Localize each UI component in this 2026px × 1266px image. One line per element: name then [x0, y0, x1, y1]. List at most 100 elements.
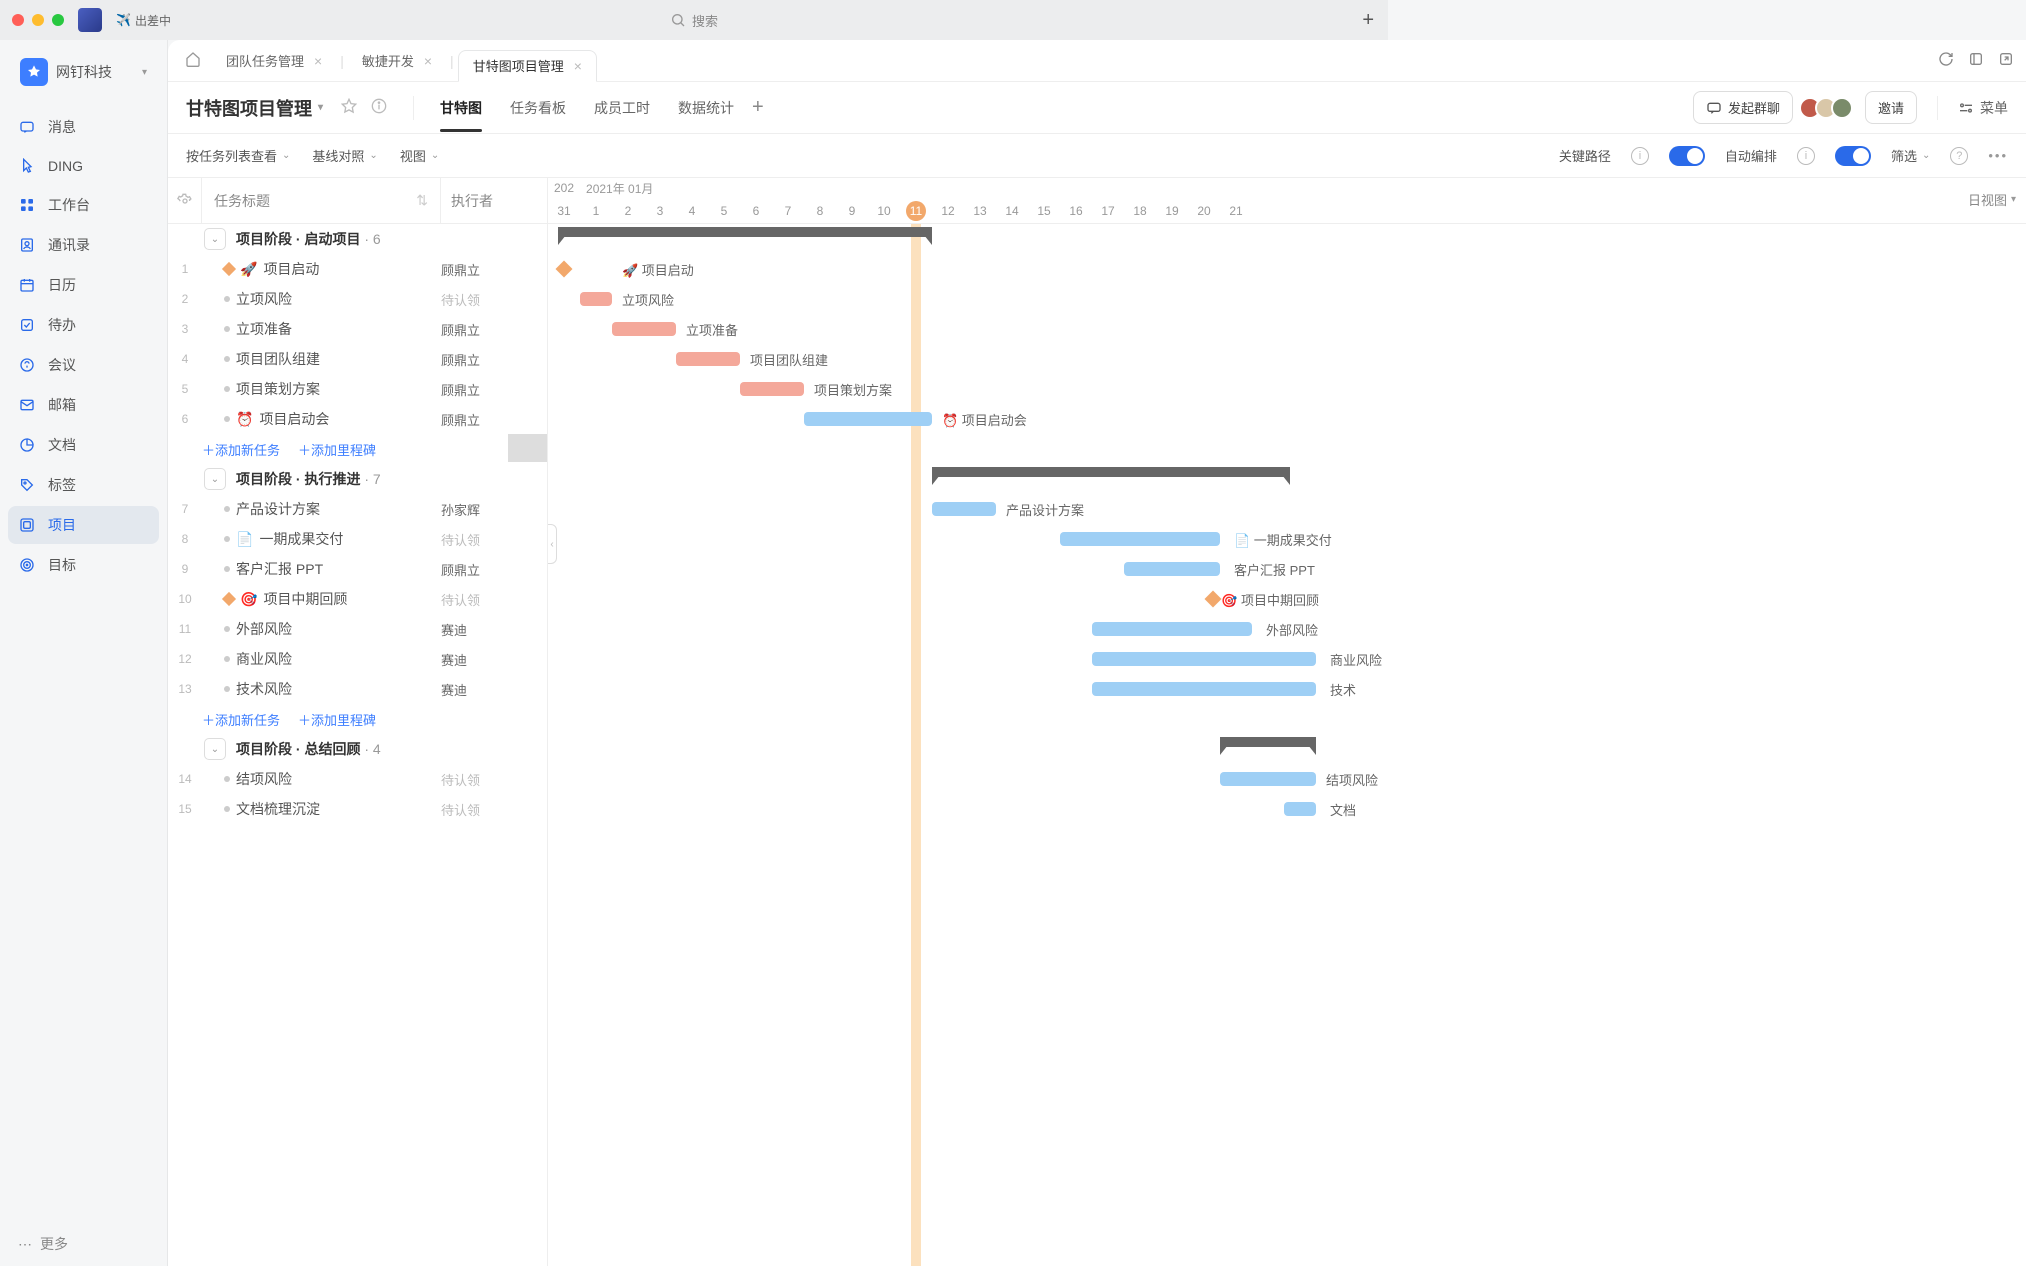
timeline-day[interactable]: 12: [932, 198, 964, 223]
minimize-window[interactable]: [32, 14, 44, 26]
task-title-cell[interactable]: ⏰项目启动会: [202, 409, 441, 429]
sidebar-item-work[interactable]: 工作台: [8, 186, 159, 224]
task-bar[interactable]: [1060, 532, 1220, 546]
column-executor[interactable]: 执行者: [441, 178, 547, 223]
task-title-cell[interactable]: 立项风险: [202, 289, 441, 309]
phase-collapse-toggle[interactable]: ⌄: [204, 228, 226, 250]
timeline-pane[interactable]: 202 2021年 01月 31123456789101112131415161…: [548, 178, 2026, 1266]
timeline-day[interactable]: 19: [1156, 198, 1188, 223]
phase-name[interactable]: 项目阶段 · 总结回顾 · 4: [232, 739, 381, 759]
help-icon[interactable]: i: [1631, 147, 1649, 165]
timeline-day[interactable]: 17: [1092, 198, 1124, 223]
timeline-day[interactable]: 5: [708, 198, 740, 223]
task-row[interactable]: 2立项风险待认领: [168, 284, 547, 314]
page-tab[interactable]: 甘特图项目管理×: [458, 50, 597, 82]
timescale-select[interactable]: 日视图▾: [1968, 190, 2016, 209]
task-row[interactable]: 4项目团队组建顾鼎立: [168, 344, 547, 374]
task-row[interactable]: 9客户汇报 PPT顾鼎立: [168, 554, 547, 584]
executor-cell[interactable]: 赛迪: [441, 650, 547, 669]
gantt-chart[interactable]: ‹ 🚀 项目启动立项风险立项准备项目团队组建项目策划方案⏰ 项目启动会产品设计方…: [548, 224, 2026, 1266]
task-row[interactable]: 5项目策划方案顾鼎立: [168, 374, 547, 404]
task-bar[interactable]: [676, 352, 740, 366]
info-icon[interactable]: [371, 98, 387, 117]
phase-name[interactable]: 项目阶段 · 执行推进 · 7: [232, 469, 381, 489]
close-icon[interactable]: ×: [574, 58, 582, 74]
sidebar-item-message[interactable]: 消息: [8, 108, 159, 146]
timeline-day[interactable]: 1: [580, 198, 612, 223]
sidebar-item-ding[interactable]: DING: [8, 148, 159, 184]
column-task-title[interactable]: 任务标题 ⇅: [202, 178, 441, 223]
task-title-cell[interactable]: 外部风险: [202, 619, 441, 639]
view-tab[interactable]: 数据统计: [678, 84, 734, 132]
refresh-icon[interactable]: [1938, 51, 1954, 70]
task-bar[interactable]: [804, 412, 932, 426]
pin-icon[interactable]: [1968, 51, 1984, 70]
user-avatar[interactable]: [78, 8, 102, 32]
phase-bar[interactable]: [932, 467, 1290, 477]
sidebar-item-docs[interactable]: 文档: [8, 426, 159, 464]
baseline-compare[interactable]: 基线对照⌄: [312, 146, 377, 165]
task-title-cell[interactable]: 项目策划方案: [202, 379, 441, 399]
phase-collapse-toggle[interactable]: ⌄: [204, 468, 226, 490]
task-title-cell[interactable]: 商业风险: [202, 649, 441, 669]
project-title[interactable]: 甘特图项目管理 ▾: [186, 95, 323, 121]
view-tab[interactable]: 成员工时: [594, 84, 650, 132]
executor-cell[interactable]: 待认领: [441, 290, 547, 309]
executor-cell[interactable]: 赛迪: [441, 680, 547, 699]
popout-icon[interactable]: [1998, 51, 2014, 70]
page-tab[interactable]: 团队任务管理×: [212, 45, 336, 77]
task-bar[interactable]: [740, 382, 804, 396]
view-by-task[interactable]: 按任务列表查看⌄: [186, 146, 290, 165]
timeline-day[interactable]: 31: [548, 198, 580, 223]
milestone-marker[interactable]: [1205, 591, 1222, 608]
task-title-cell[interactable]: 客户汇报 PPT: [202, 559, 441, 579]
task-bar[interactable]: [1092, 622, 1252, 636]
task-row[interactable]: 12商业风险赛迪: [168, 644, 547, 674]
task-bar[interactable]: [1092, 682, 1316, 696]
add-view-button[interactable]: +: [752, 96, 764, 119]
timeline-day[interactable]: 11: [906, 201, 926, 221]
task-bar[interactable]: [1092, 652, 1316, 666]
help-icon[interactable]: ?: [1950, 147, 1968, 165]
auto-arrange-toggle[interactable]: [1835, 146, 1871, 166]
help-icon[interactable]: i: [1797, 147, 1815, 165]
project-menu[interactable]: 菜单: [1958, 98, 2008, 118]
executor-cell[interactable]: 顾鼎立: [441, 380, 547, 399]
view-tab[interactable]: 甘特图: [440, 84, 482, 132]
sidebar-more[interactable]: ⋯ 更多: [0, 1222, 167, 1266]
executor-cell[interactable]: 赛迪: [441, 620, 547, 639]
zoom-window[interactable]: [52, 14, 64, 26]
task-bar[interactable]: [612, 322, 676, 336]
close-icon[interactable]: ×: [424, 53, 432, 69]
task-bar[interactable]: [1284, 802, 1316, 816]
timeline-day[interactable]: 21: [1220, 198, 1252, 223]
timeline-day[interactable]: 3: [644, 198, 676, 223]
executor-cell[interactable]: 待认领: [441, 590, 547, 609]
sidebar-item-goal[interactable]: 目标: [8, 546, 159, 584]
sidebar-item-contacts[interactable]: 通讯录: [8, 226, 159, 264]
timeline-day[interactable]: 4: [676, 198, 708, 223]
task-title-cell[interactable]: 🎯项目中期回顾: [202, 589, 441, 609]
task-bar[interactable]: [1220, 772, 1316, 786]
phase-bar[interactable]: [558, 227, 932, 237]
task-row[interactable]: 7产品设计方案孙家辉: [168, 494, 547, 524]
view-options[interactable]: 视图⌄: [400, 146, 439, 165]
invite-button[interactable]: 邀请: [1865, 91, 1917, 124]
global-search[interactable]: 搜索: [670, 11, 718, 30]
timeline-day[interactable]: 9: [836, 198, 868, 223]
executor-cell[interactable]: 顾鼎立: [441, 320, 547, 339]
task-title-cell[interactable]: 立项准备: [202, 319, 441, 339]
add-task-button[interactable]: ＋添加新任务: [202, 440, 280, 459]
add-milestone-button[interactable]: ＋添加里程碑: [298, 440, 376, 459]
critical-path-toggle[interactable]: [1669, 146, 1705, 166]
task-row[interactable]: 15文档梳理沉淀待认领: [168, 794, 547, 824]
task-bar[interactable]: [932, 502, 996, 516]
task-row[interactable]: 8 📄一期成果交付待认领: [168, 524, 547, 554]
timeline-day[interactable]: 15: [1028, 198, 1060, 223]
timeline-day[interactable]: 10: [868, 198, 900, 223]
task-title-cell[interactable]: 产品设计方案: [202, 499, 441, 519]
executor-cell[interactable]: 顾鼎立: [441, 260, 547, 279]
task-title-cell[interactable]: 🚀项目启动: [202, 259, 441, 279]
executor-cell[interactable]: 顾鼎立: [441, 410, 547, 429]
timeline-day[interactable]: 14: [996, 198, 1028, 223]
